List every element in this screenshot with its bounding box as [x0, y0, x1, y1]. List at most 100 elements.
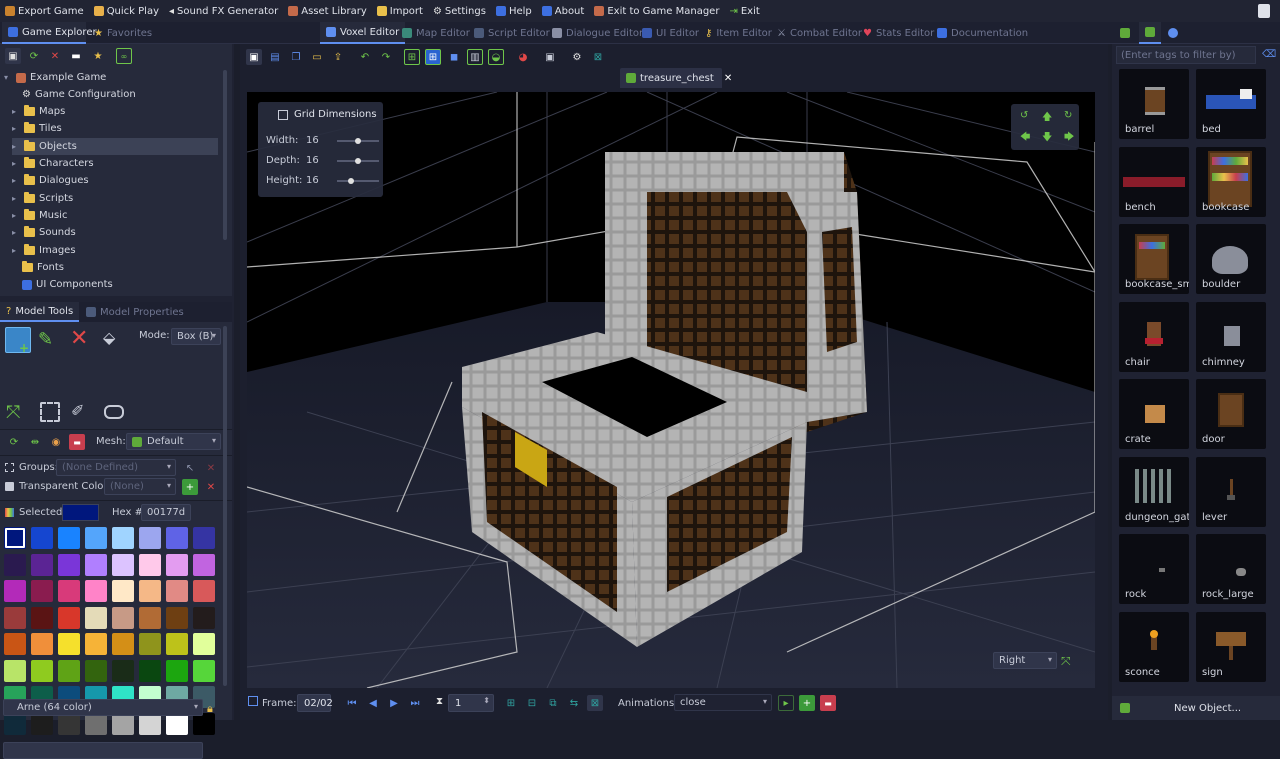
palette-swatch[interactable]	[58, 553, 80, 576]
view-select[interactable]: Right ▾	[993, 652, 1057, 669]
fit-icon[interactable]: ⊠	[590, 49, 606, 65]
duration-spinbox[interactable]: 1 ⬍	[448, 694, 494, 712]
tab-model-properties[interactable]: Model Properties	[80, 302, 190, 322]
select-box-icon[interactable]	[40, 402, 60, 422]
palette-swatch[interactable]	[166, 553, 188, 576]
palette-swatch[interactable]	[166, 606, 188, 629]
palette-swatch[interactable]	[139, 659, 161, 682]
asset-item[interactable]: bench	[1119, 146, 1189, 217]
palette-swatch[interactable]	[193, 659, 215, 682]
tree-root[interactable]: ▾ Example Game	[4, 69, 222, 86]
menu-about[interactable]: About	[537, 0, 590, 22]
new-object-button[interactable]: New Object...	[1112, 696, 1280, 720]
expand-icon[interactable]: ⤧	[6, 402, 28, 424]
asset-item[interactable]: door	[1196, 379, 1266, 449]
hex-input[interactable]: 00177d	[141, 504, 191, 521]
refresh-icon[interactable]: ⟳	[26, 48, 42, 64]
palette-swatch[interactable]	[58, 527, 80, 549]
tab-script-editor[interactable]: Script Editor	[468, 22, 556, 44]
menu-help[interactable]: Help	[491, 0, 537, 22]
asset-item[interactable]: sign	[1196, 611, 1266, 682]
palette-swatch[interactable]	[112, 527, 134, 549]
palette-swatch[interactable]	[85, 606, 107, 629]
light-icon[interactable]: ◕	[515, 49, 531, 65]
export-icon[interactable]: ⇪	[330, 49, 346, 65]
paint-icon[interactable]: ✎	[38, 329, 60, 351]
palette-swatch[interactable]	[139, 553, 161, 576]
palette-swatch[interactable]	[4, 659, 26, 682]
selected-color-swatch[interactable]	[62, 504, 99, 521]
add-animation-icon[interactable]: +	[799, 695, 815, 711]
asset-item[interactable]: rock	[1119, 534, 1189, 604]
palette-swatch[interactable]	[31, 553, 53, 576]
flip-icon[interactable]: ⇹	[27, 434, 43, 450]
mode-select[interactable]: Box (B) ▾	[171, 328, 221, 345]
tab-stats-editor[interactable]: ♥ Stats Editor	[857, 22, 940, 44]
asset-item[interactable]: sconce	[1119, 611, 1189, 682]
asset-item[interactable]: chimney	[1196, 301, 1266, 372]
play-animation-icon[interactable]: ▸	[778, 695, 794, 711]
palette-swatch[interactable]	[31, 659, 53, 682]
groups-select[interactable]: (None Defined) ▾	[56, 459, 176, 476]
insert-frame-icon[interactable]: ⊟	[524, 695, 540, 711]
palette-swatch[interactable]	[85, 527, 107, 549]
palette-swatch[interactable]	[31, 580, 53, 602]
slider-knob[interactable]	[347, 178, 354, 184]
tab-voxel-editor[interactable]: Voxel Editor	[320, 22, 406, 44]
palette-swatch[interactable]	[112, 659, 134, 682]
remove-icon[interactable]: ✕	[203, 479, 219, 495]
palette-swatch[interactable]	[85, 633, 107, 655]
eyedropper-icon[interactable]: ✐	[71, 401, 93, 423]
fill-icon[interactable]: ⬙	[103, 328, 125, 350]
palette-swatch[interactable]	[112, 606, 134, 629]
palette-icon[interactable]: ◉	[48, 434, 64, 450]
palette-swatch[interactable]	[4, 580, 26, 602]
tree-item-config[interactable]: ⚙ Game Configuration	[22, 86, 218, 103]
mesh-select[interactable]: Default ▾	[126, 433, 221, 450]
palette-swatch[interactable]	[166, 659, 188, 682]
rotate-icon[interactable]: ⟳	[6, 434, 22, 450]
palette-swatch[interactable]	[166, 527, 188, 549]
gear-icon[interactable]: ⚙	[569, 49, 585, 65]
new-icon[interactable]: ▣	[246, 49, 262, 65]
asset-item[interactable]: rock_large	[1196, 534, 1266, 604]
copy-icon[interactable]: ❐	[288, 49, 304, 65]
menu-asset-library[interactable]: Asset Library	[283, 0, 371, 22]
menu-export-game[interactable]: Export Game	[0, 0, 89, 22]
palette-swatch[interactable]	[139, 606, 161, 629]
asset-item[interactable]: barrel	[1119, 69, 1189, 139]
tree-item-tiles[interactable]: ▸ Tiles	[12, 120, 218, 137]
first-frame-icon[interactable]: ⏮	[344, 695, 360, 711]
arrow-up-icon[interactable]: 🡅︎	[1042, 110, 1052, 127]
tree-item-fonts[interactable]: Fonts	[22, 259, 218, 276]
palette-swatch[interactable]	[31, 633, 53, 655]
clear-icon[interactable]: ▬	[69, 434, 85, 450]
redo-icon[interactable]: ↷	[378, 49, 394, 65]
palette-swatch[interactable]	[166, 580, 188, 602]
slider-knob[interactable]	[355, 158, 361, 164]
close-icon[interactable]: ✕	[724, 73, 732, 84]
arrow-right-icon[interactable]: 🡆︎	[1064, 130, 1074, 147]
palette-swatch[interactable]	[112, 633, 134, 655]
palette-select[interactable]: Arne (64 color) ▾	[3, 699, 203, 716]
link-icon[interactable]	[104, 405, 124, 419]
tree-item-dialogues[interactable]: ▸ Dialogues	[12, 172, 218, 189]
palette-swatch[interactable]	[4, 553, 26, 576]
palette-swatch[interactable]	[85, 553, 107, 576]
asset-item[interactable]: boulder	[1196, 224, 1266, 294]
next-frame-icon[interactable]: ▶	[386, 695, 402, 711]
add-frame-icon[interactable]: ⊞	[503, 695, 519, 711]
asset-item[interactable]: chair	[1119, 301, 1189, 372]
asset-item[interactable]: dungeon_gate	[1119, 456, 1189, 527]
last-frame-icon[interactable]: ⏭	[407, 695, 423, 711]
palette-swatch[interactable]	[85, 580, 107, 602]
palette-swatch[interactable]	[4, 527, 26, 549]
grid4-icon[interactable]: ⊞	[425, 49, 441, 65]
tree-item-maps[interactable]: ▸ Maps	[12, 103, 218, 120]
tree-scrollbar[interactable]	[223, 70, 227, 240]
palette-swatch[interactable]	[193, 580, 215, 602]
screen-icon[interactable]: ▣	[542, 49, 558, 65]
palette-swatch[interactable]	[139, 580, 161, 602]
grid-view-icon[interactable]	[1120, 28, 1130, 38]
palette-swatch[interactable]	[193, 633, 215, 655]
